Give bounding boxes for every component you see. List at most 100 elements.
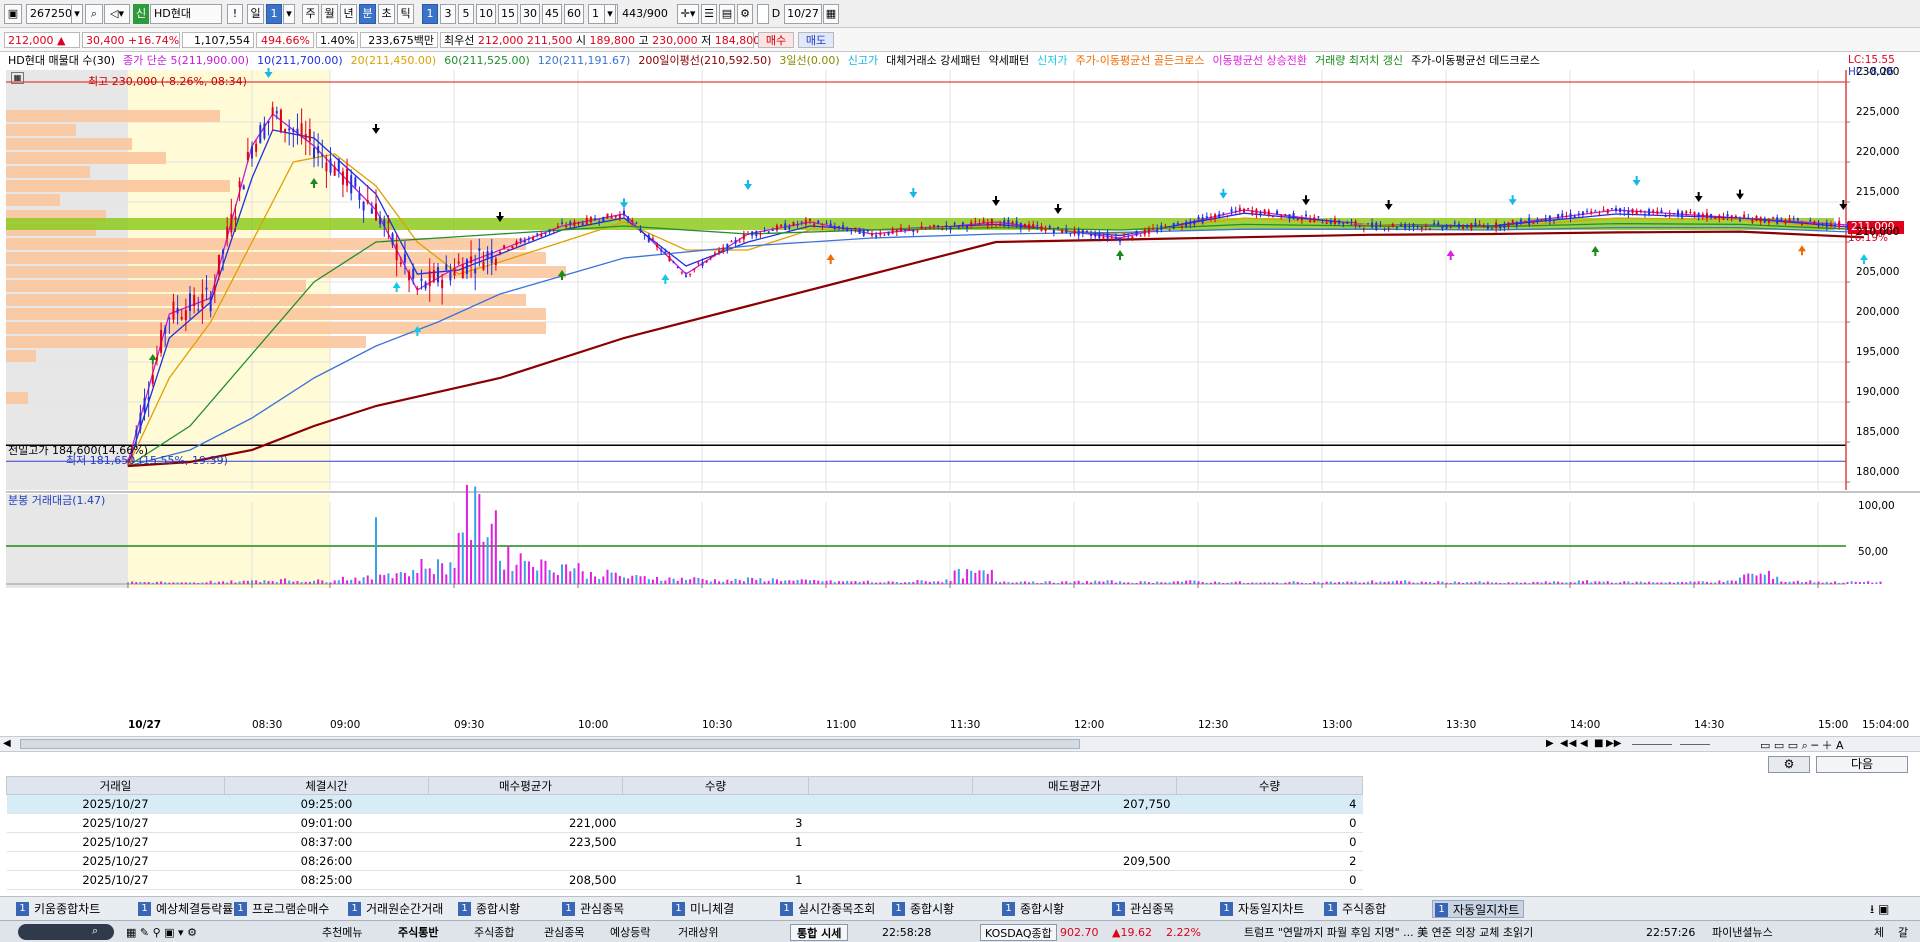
search-icon[interactable]: ⌕ bbox=[85, 4, 103, 24]
table-row[interactable]: 2025/10/27 08:26:00 209,500 2 bbox=[6, 851, 1363, 871]
window-icon[interactable]: ▣ bbox=[4, 4, 22, 24]
search-box[interactable] bbox=[18, 924, 114, 940]
chart-area[interactable]: HD현대 매물대 수(30) 종가 단순 5(211,900.00) 10(211,… bbox=[0, 52, 1920, 737]
date-input[interactable]: 10/27 bbox=[784, 4, 822, 24]
window-tab[interactable]: 1 주식종합 bbox=[1322, 900, 1390, 918]
taskbar-end-2[interactable]: 갈 bbox=[1898, 924, 1908, 941]
count-dropdown-icon[interactable]: ▾ bbox=[604, 4, 616, 24]
zoom-icons[interactable]: ▭ ▭ ▭ ⌕ ─ ＋ A bbox=[1760, 737, 1843, 753]
legend-item[interactable]: 신저가 bbox=[1037, 54, 1067, 67]
period-tick-button[interactable]: 틱 bbox=[397, 4, 414, 24]
legend-item[interactable]: 주가-이동평균선 데드크로스 bbox=[1411, 54, 1540, 67]
crosshair-icon[interactable]: ✛▾ bbox=[677, 4, 699, 24]
window-tab[interactable]: 1 예상체결등락률 bbox=[136, 900, 237, 918]
index-name[interactable]: KOSDAQ종합 bbox=[980, 924, 1057, 941]
legend-item[interactable]: 200일이평선(210,592.50) bbox=[638, 54, 771, 67]
legend-item[interactable]: 거래량 최저치 갱신 bbox=[1315, 54, 1403, 67]
nav-rewind-icon[interactable]: ◀◀ bbox=[1560, 738, 1577, 749]
taskbar-end-1[interactable]: 체 bbox=[1874, 924, 1884, 941]
table-icon[interactable]: ▦ bbox=[11, 72, 24, 84]
sound-icon[interactable]: ◁▾ bbox=[104, 4, 130, 24]
menu-recommended[interactable]: 추천메뉴 bbox=[322, 924, 362, 941]
date-checkbox[interactable] bbox=[757, 4, 769, 24]
legend-item[interactable]: 3일선(0.00) bbox=[779, 54, 839, 67]
interval-30-button[interactable]: 30 bbox=[520, 4, 540, 24]
period-minute-button[interactable]: 분 bbox=[359, 4, 376, 24]
nav-forward-icon[interactable]: ▶▶ bbox=[1606, 738, 1621, 749]
window-tab[interactable]: 1 종합시황 bbox=[890, 900, 958, 918]
period-month-button[interactable]: 월 bbox=[321, 4, 338, 24]
legend-item[interactable]: 대체거래소 강세패턴 bbox=[886, 54, 981, 67]
window-tab[interactable]: 1 자동일지차트 bbox=[1432, 900, 1525, 918]
interval-10-button[interactable]: 10 bbox=[476, 4, 496, 24]
nav-prev-icon[interactable]: ◀ bbox=[1580, 738, 1588, 749]
integrated-quote-button[interactable]: 통합 시세 bbox=[790, 924, 849, 941]
interval-1-button[interactable]: 1 bbox=[422, 4, 438, 24]
scroll-right-icon[interactable]: ▶ bbox=[1546, 738, 1554, 749]
legend-item[interactable]: 10(211,700.00) bbox=[257, 54, 343, 67]
scroll-thumb[interactable] bbox=[20, 739, 1080, 749]
taskbar-search-icon[interactable]: ⌕ bbox=[92, 924, 98, 938]
legend-item[interactable]: 약세패턴 bbox=[989, 54, 1029, 67]
window-tab[interactable]: 1 거래원순간거래 bbox=[346, 900, 447, 918]
interval-15-button[interactable]: 15 bbox=[498, 4, 518, 24]
zoom-slider[interactable] bbox=[1632, 744, 1672, 745]
window-tab[interactable]: 1 미니체결 bbox=[670, 900, 738, 918]
window-tab[interactable]: 1 자동일지차트 bbox=[1218, 900, 1308, 918]
chart-scrollbar[interactable]: ◀ ▶ ◀◀ ◀ ■ ▶▶ ▭ ▭ ▭ ⌕ ─ ＋ A bbox=[0, 736, 1920, 752]
interval-5-button[interactable]: 5 bbox=[458, 4, 474, 24]
legend-item[interactable]: 종가 단순 5(211,900.00) bbox=[123, 54, 249, 67]
price-chart[interactable] bbox=[0, 52, 1920, 737]
window-tab[interactable]: 1 관심종목 bbox=[1110, 900, 1178, 918]
window-tab[interactable]: 1 키움종합차트 bbox=[14, 900, 104, 918]
window-tab[interactable]: 1 실시간종목조회 bbox=[778, 900, 879, 918]
menu-stock-overview[interactable]: 주식종합 bbox=[474, 924, 514, 941]
save-icon[interactable]: ▤ bbox=[719, 4, 735, 24]
nav-stop-icon[interactable]: ■ bbox=[1594, 738, 1603, 749]
window-tab[interactable]: 1 관심종목 bbox=[560, 900, 628, 918]
stock-code-input[interactable]: 267250 bbox=[26, 4, 72, 24]
gear-icon[interactable]: ⚙ bbox=[737, 4, 753, 24]
interval-45-button[interactable]: 45 bbox=[542, 4, 562, 24]
code-dropdown-icon[interactable]: ▾ bbox=[71, 4, 83, 24]
window-tab[interactable]: 1 프로그램순매수 bbox=[232, 900, 333, 918]
table-row[interactable]: 2025/10/27 09:25:00 207,750 4 bbox=[6, 794, 1363, 814]
legend-item[interactable]: 120(211,191.67) bbox=[538, 54, 631, 67]
legend-item[interactable]: 60(211,525.00) bbox=[444, 54, 530, 67]
period-second-button[interactable]: 초 bbox=[378, 4, 395, 24]
menu-top-volume[interactable]: 거래상위 bbox=[678, 924, 718, 941]
settings-gear-icon[interactable]: ⚙ bbox=[1768, 756, 1810, 773]
window-tab[interactable]: 1 종합시황 bbox=[1000, 900, 1068, 918]
menu-stock-general[interactable]: 주식통반 bbox=[398, 924, 438, 941]
calendar-icon[interactable]: ▦ bbox=[823, 4, 839, 24]
interval-3-button[interactable]: 3 bbox=[440, 4, 456, 24]
alert-button[interactable]: ! bbox=[227, 4, 243, 24]
scroll-left-icon[interactable]: ◀ bbox=[3, 738, 11, 749]
list-icon[interactable]: ☰ bbox=[701, 4, 717, 24]
tabs-menu-icon[interactable]: ⭳ ▣ bbox=[1870, 900, 1889, 921]
legend-item[interactable]: HD현대 매물대 수(30) bbox=[8, 54, 115, 67]
period-count-select[interactable]: 1 bbox=[266, 4, 282, 24]
legend-item[interactable]: 신고가 bbox=[848, 54, 878, 67]
stock-name-field[interactable]: HD현대 bbox=[150, 4, 222, 24]
legend-item[interactable]: 이동평균선 상승전환 bbox=[1212, 54, 1307, 67]
period-week-button[interactable]: 주 bbox=[302, 4, 319, 24]
menu-expected[interactable]: 예상등락 bbox=[610, 924, 650, 941]
period-day-button[interactable]: 일 bbox=[247, 4, 264, 24]
buy-button[interactable]: 매수 bbox=[758, 32, 794, 48]
news-ticker[interactable]: 트럼프 "연말까지 파월 후임 지명" ... 美 연준 의장 교체 초읽기 bbox=[1244, 924, 1644, 941]
interval-60-button[interactable]: 60 bbox=[564, 4, 584, 24]
legend-item[interactable]: 20(211,450.00) bbox=[351, 54, 437, 67]
table-row[interactable]: 2025/10/27 09:01:00 221,000 3 0 bbox=[6, 813, 1363, 833]
table-row[interactable]: 2025/10/27 08:37:00 223,500 1 0 bbox=[6, 832, 1363, 852]
toolbar-icons[interactable]: ▦ ✎ ⚲ ▣ ▾ ⚙ bbox=[126, 924, 197, 941]
sell-button[interactable]: 매도 bbox=[798, 32, 834, 48]
window-tab[interactable]: 1 종합시황 bbox=[456, 900, 524, 918]
period-dropdown-icon[interactable]: ▾ bbox=[283, 4, 295, 24]
next-button[interactable]: 다음 bbox=[1816, 756, 1908, 773]
table-row[interactable]: 2025/10/27 08:25:00 208,500 1 0 bbox=[6, 870, 1363, 890]
legend-item[interactable]: 주가-이동평균선 골든크로스 bbox=[1076, 54, 1205, 67]
menu-watchlist[interactable]: 관심종목 bbox=[544, 924, 584, 941]
zoom-slider-2[interactable] bbox=[1680, 744, 1710, 745]
period-year-button[interactable]: 년 bbox=[340, 4, 357, 24]
